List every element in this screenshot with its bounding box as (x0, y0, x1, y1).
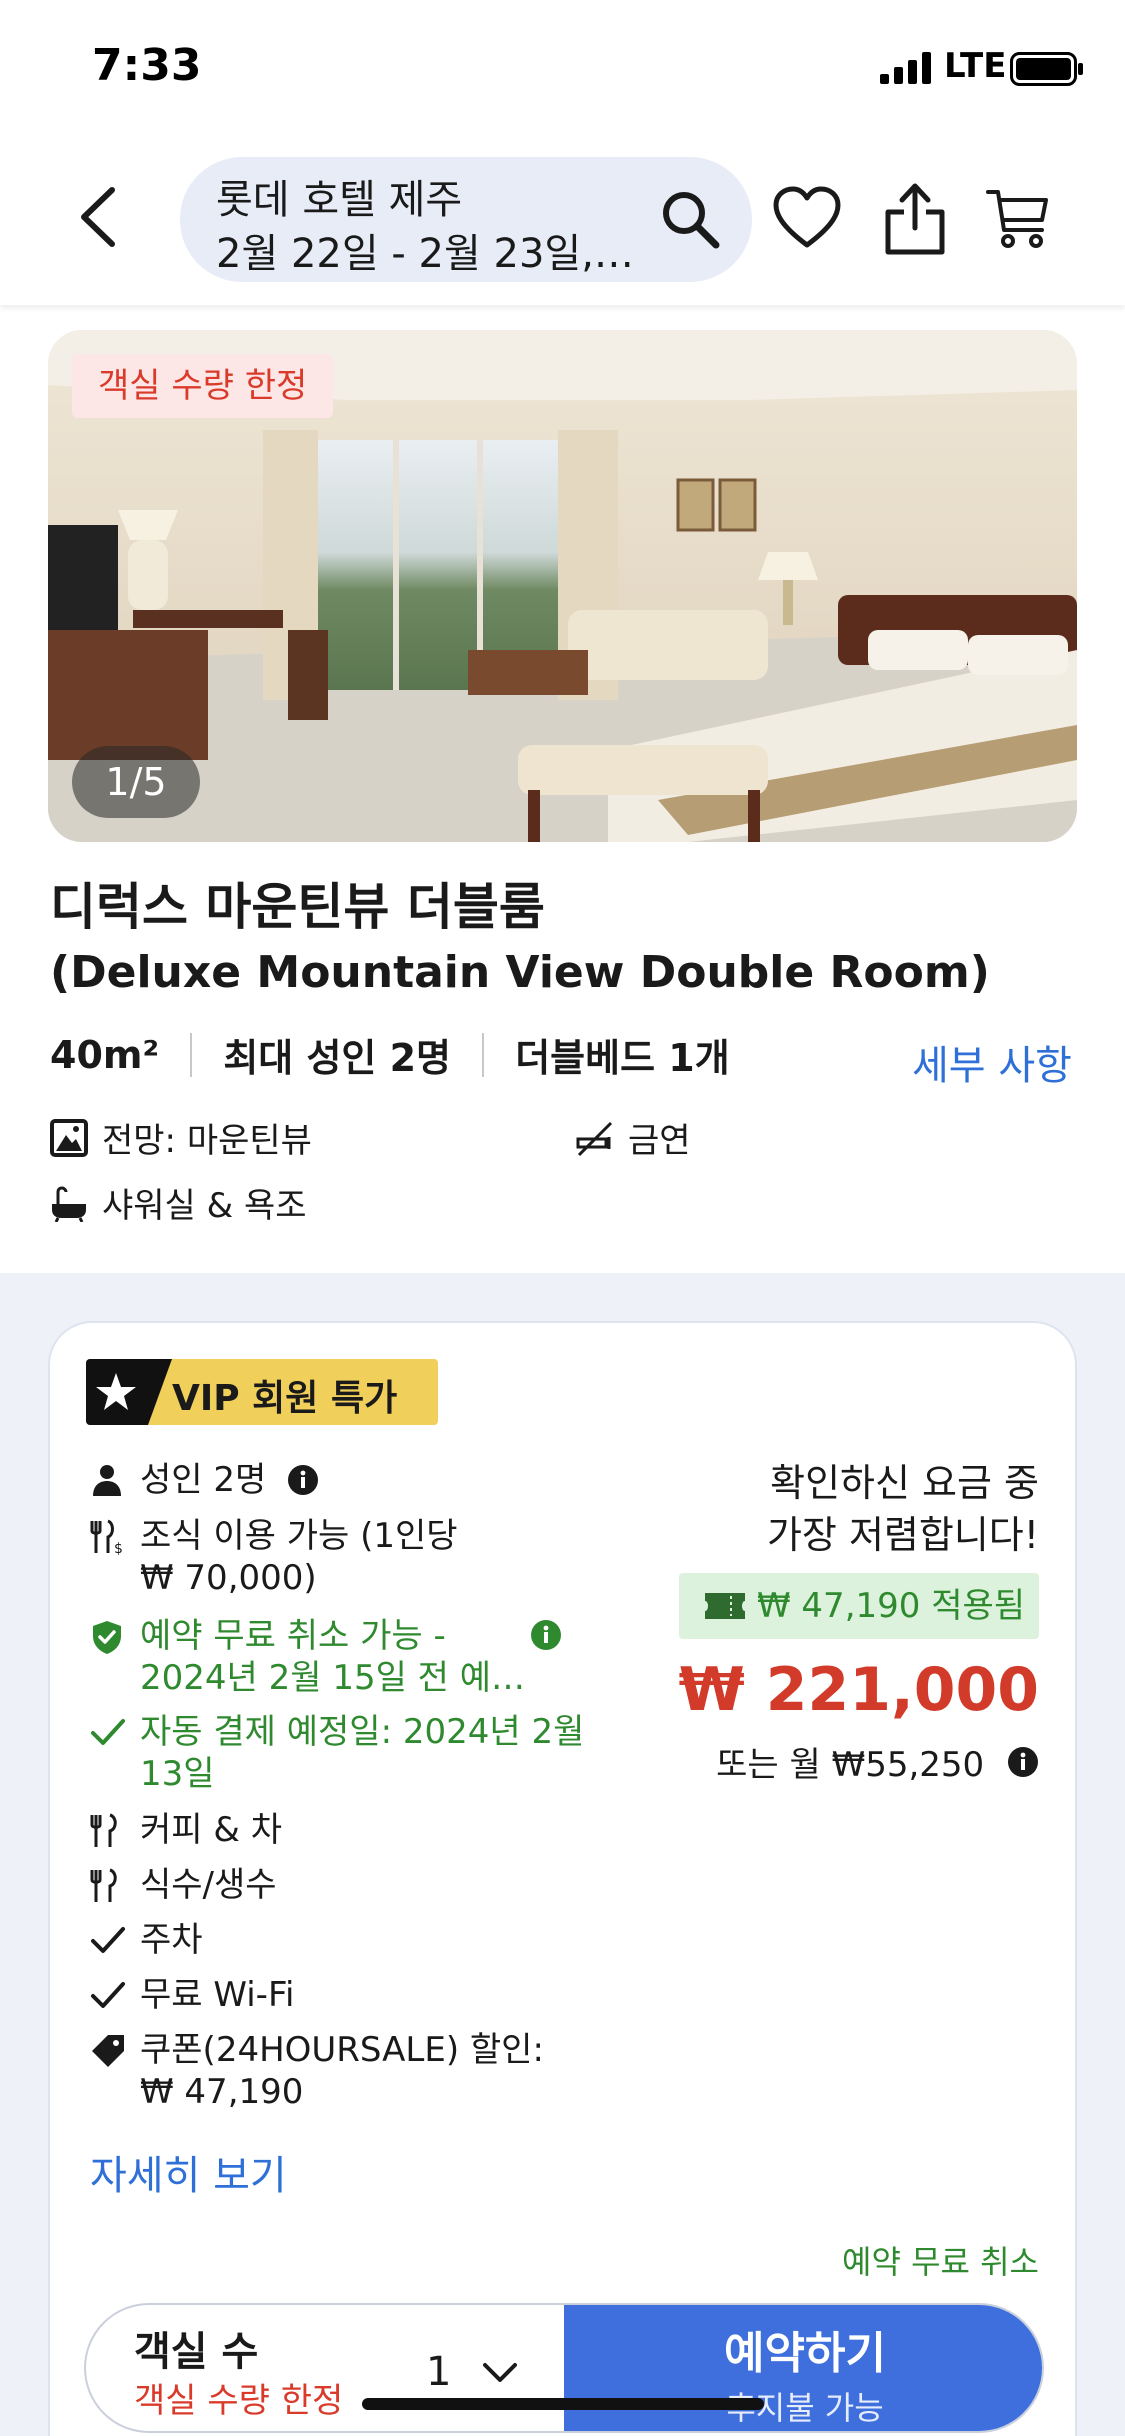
info-icon[interactable] (287, 1464, 319, 1496)
cart-icon[interactable] (986, 186, 1050, 250)
person-icon (93, 1465, 121, 1496)
search-icon[interactable] (658, 187, 722, 251)
bed-type: 더블베드 1개 (515, 1036, 730, 1080)
star-icon (96, 1373, 136, 1410)
reserve-button[interactable]: 예약하기 후지불 가능 (564, 2305, 1042, 2431)
room-name: 디럭스 마운틴뷰 더블룸 (50, 878, 545, 936)
total-price: ₩ 221,000 (678, 1655, 1039, 1725)
info-icon-green[interactable] (530, 1619, 562, 1651)
search-dates: 2월 22일 - 2월 23일, 성인 2명 (216, 231, 636, 277)
back-arrow-icon[interactable] (72, 182, 124, 252)
rooms-count-select[interactable]: 1 (416, 2347, 536, 2403)
lowest-price-message: 확인하신 요금 중 가장 저렴합니다! (766, 1461, 1039, 1557)
max-occupancy: 최대 성인 2명 (223, 1036, 452, 1080)
rate-card: VIP 회원 특가 성인 2명 $ 조식 이용 가능 (1인당 ₩ 70,000… (48, 1321, 1077, 2436)
spec-divider (482, 1032, 485, 1077)
ticket-icon (705, 1593, 745, 1619)
room-size: 40m² (50, 1032, 160, 1077)
details-link[interactable]: 세부 사항 (912, 1033, 1072, 1091)
vip-deal-badge: VIP 회원 특가 (86, 1359, 438, 1425)
search-summary[interactable]: 롯데 호텔 제주 2월 22일 - 2월 23일, 성인 2명 (180, 157, 752, 282)
battery-icon (1010, 52, 1083, 86)
mountain-view-icon (50, 1118, 88, 1157)
rooms-limited-text: 객실 수량 한정 (134, 2381, 344, 2421)
room-section: 객실 수량 한정 1/5 디럭스 마운틴뷰 더블룸 (Deluxe Mounta… (0, 305, 1125, 1273)
spec-divider (190, 1032, 193, 1077)
network-type: LTE (944, 46, 1007, 86)
shield-check-icon (93, 1621, 121, 1654)
breakfast-icon: $ (90, 1519, 123, 1555)
feature-bath: 샤워실 & 욕조 (50, 1178, 307, 1227)
room-photo[interactable]: 객실 수량 한정 1/5 (48, 330, 1077, 842)
no-smoking-icon (576, 1121, 613, 1156)
booking-bar: 객실 수 객실 수량 한정 1 예약하기 후지불 가능 (84, 2303, 1044, 2433)
top-bar: 7:33 LTE 롯데 호텔 제주 2월 22일 - 2월 23일, 성인 2명 (0, 0, 1125, 305)
room-name-english: (Deluxe Mountain View Double Room) (50, 947, 990, 998)
bathtub-icon (52, 1185, 86, 1223)
check-icon (91, 1927, 125, 1953)
hotel-name: 롯데 호텔 제주 (216, 177, 463, 223)
room-specs: 40m² 최대 성인 2명 더블베드 1개 (50, 1027, 730, 1083)
check-icon (91, 1719, 125, 1745)
see-more-link[interactable]: 자세히 보기 (90, 2143, 287, 2201)
share-icon[interactable] (880, 180, 950, 256)
svg-text:$: $ (114, 1541, 123, 1555)
badge-slant (144, 1359, 172, 1425)
feature-view: 전망: 마운틴뷰 (50, 1113, 312, 1162)
discount-applied-chip: ₩ 47,190 적용됨 (679, 1573, 1039, 1639)
utensils-icon (90, 1868, 117, 1902)
utensils-icon (90, 1813, 117, 1847)
check-icon (91, 1982, 125, 2008)
monthly-price: 또는 월 ₩55,250 (716, 1737, 1039, 1786)
tag-icon (92, 2035, 124, 2067)
heart-icon[interactable] (772, 185, 842, 251)
rooms-count-label: 객실 수 (134, 2329, 259, 2375)
status-time: 7:33 (92, 40, 202, 91)
free-cancellation-note: 예약 무료 취소 (842, 2243, 1039, 2281)
cellular-signal-icon (880, 52, 931, 84)
chevron-down-icon (483, 2363, 517, 2382)
limited-rooms-badge: 객실 수량 한정 (72, 354, 334, 418)
info-icon[interactable] (1007, 1746, 1039, 1778)
feature-smoking: 금연 (576, 1113, 691, 1162)
photo-counter: 1/5 (72, 746, 200, 818)
home-indicator[interactable] (362, 2398, 764, 2410)
